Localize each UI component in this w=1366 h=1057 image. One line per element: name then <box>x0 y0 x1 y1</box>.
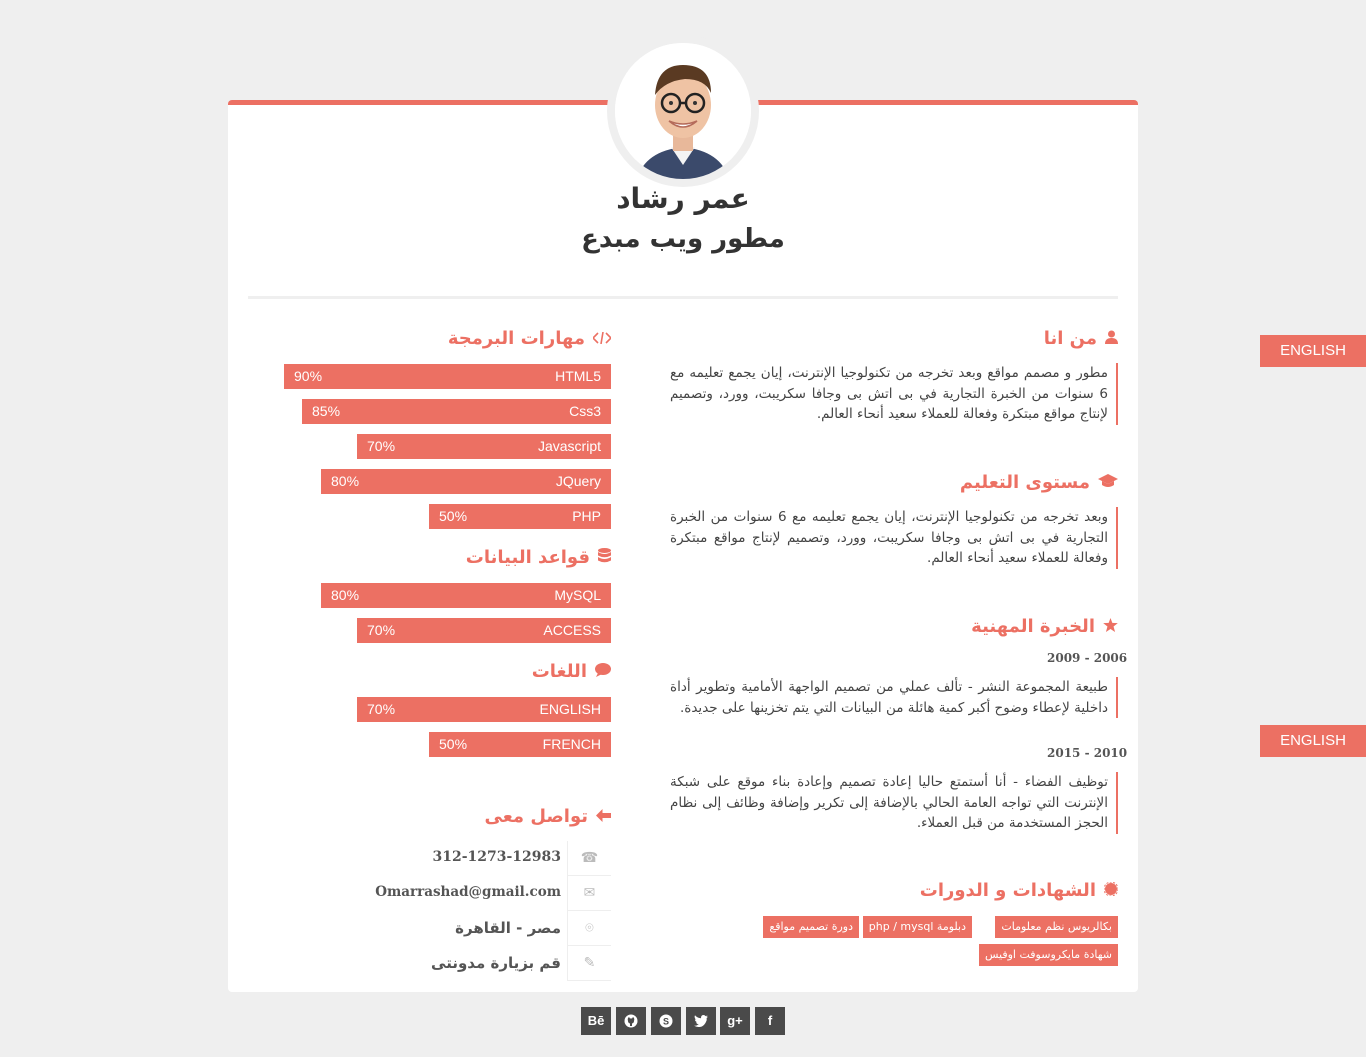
pencil-icon: ✎ <box>567 946 611 981</box>
language-switch-button[interactable]: ENGLISH <box>1260 335 1366 367</box>
skill-percent: 80% <box>331 587 360 603</box>
contact-title-text: تواصل معى <box>484 806 588 827</box>
contact-email[interactable]: Omarrashad@gmail.com <box>375 884 561 900</box>
arrow-left-icon <box>596 808 611 826</box>
skill-percent: 50% <box>439 736 468 752</box>
skill-label: Css3 <box>569 403 601 419</box>
contact-phone-row: 312-1273-12983 ☎ <box>380 841 611 876</box>
education-title-text: مستوى التعليم <box>959 472 1090 493</box>
certificate-tag: دبلومة php / mysql <box>862 916 972 938</box>
experience-text-2: توظيف الفضاء - أنا أستمتع حاليا إعادة تص… <box>670 772 1118 834</box>
skill-percent: 70% <box>367 438 396 454</box>
skill-label: Javascript <box>537 438 601 454</box>
skill-bar: Javascript 70% <box>357 434 611 459</box>
skill-bar: MySQL 80% <box>321 583 611 608</box>
avatar-frame <box>607 35 759 187</box>
certificate-icon <box>1103 881 1119 900</box>
languages-title-text: اللغات <box>531 661 587 682</box>
star-icon <box>1103 618 1118 636</box>
skill-label: ENGLISH <box>539 701 601 717</box>
twitter-icon[interactable] <box>686 1007 716 1035</box>
header-divider <box>248 296 1118 299</box>
contact-location: مصر - القاهرة <box>455 919 561 937</box>
contact-blog-link[interactable]: قم بزيارة مدونتى <box>431 954 561 972</box>
map-marker-icon: ⌾ <box>567 911 611 946</box>
certificates-title: الشهادات و الدورات <box>919 880 1119 901</box>
skype-icon[interactable]: S <box>651 1007 681 1035</box>
skill-bar: HTML5 90% <box>284 364 611 389</box>
skill-label: PHP <box>572 508 601 524</box>
svg-text:S: S <box>663 1017 669 1027</box>
graduation-cap-icon <box>1098 474 1118 492</box>
comment-icon <box>595 663 611 681</box>
skill-label: FRENCH <box>542 736 601 752</box>
programming-title: مهارات البرمجة <box>447 328 613 349</box>
skill-label: JQuery <box>555 473 601 489</box>
experience-date-1: 2009 - 2006 <box>1047 651 1128 665</box>
databases-title-text: قواعد البيانات <box>465 547 590 568</box>
database-icon <box>598 548 611 567</box>
certificate-tag: شهادة مايكروسوفت اوفيس <box>979 944 1118 966</box>
contact-title: تواصل معى <box>485 806 611 827</box>
skill-percent: 70% <box>367 622 396 638</box>
experience-text-1: طبيعة المجموعة النشر - تألف عملي من تصمي… <box>670 677 1118 718</box>
certificate-tag: دورة تصميم مواقع <box>763 916 859 938</box>
envelope-icon: ✉ <box>567 876 611 911</box>
facebook-icon[interactable]: f <box>755 1007 785 1035</box>
skill-percent: 90% <box>294 368 323 384</box>
education-title: مستوى التعليم <box>960 472 1118 493</box>
about-title-text: من انا <box>1043 328 1097 349</box>
skill-bar: PHP 50% <box>429 504 611 529</box>
about-title: من انا <box>1044 328 1118 349</box>
contact-blog-row[interactable]: قم بزيارة مدونتى ✎ <box>380 946 611 981</box>
skill-percent: 50% <box>439 508 468 524</box>
about-text: مطور و مصمم مواقع وبعد تخرجه من تكنولوجي… <box>670 363 1118 425</box>
github-icon[interactable] <box>616 1007 646 1035</box>
skill-percent: 70% <box>367 701 396 717</box>
experience-date-2: 2015 - 2010 <box>1047 746 1128 760</box>
skill-bar: ACCESS 70% <box>357 618 611 643</box>
skill-label: HTML5 <box>555 368 601 384</box>
skill-bar: JQuery 80% <box>321 469 611 494</box>
certificate-tag: بكالريوس نظم معلومات <box>995 916 1118 938</box>
user-icon <box>1105 330 1118 348</box>
profile-job-title: مطور ويب مبدع <box>581 224 785 254</box>
skill-bar: Css3 85% <box>302 399 611 424</box>
experience-title: الخبرة المهنية <box>971 616 1118 637</box>
certificates-title-text: الشهادات و الدورات <box>919 880 1096 901</box>
profile-name: عمر رشاد <box>616 182 750 215</box>
contact-phone: 312-1273-12983 <box>432 849 561 865</box>
languages-title: اللغات <box>532 661 611 682</box>
phone-icon: ☎ <box>567 841 611 876</box>
contact-location-row: مصر - القاهرة ⌾ <box>380 911 611 946</box>
programming-title-text: مهارات البرمجة <box>447 328 585 349</box>
experience-title-text: الخبرة المهنية <box>971 616 1095 637</box>
education-text: وبعد تخرجه من تكنولوجيا الإنترنت، إيان ي… <box>670 507 1118 569</box>
skill-bar: ENGLISH 70% <box>357 697 611 722</box>
avatar <box>615 43 751 179</box>
behance-icon[interactable]: Bē <box>581 1007 611 1035</box>
language-switch-button[interactable]: ENGLISH <box>1260 725 1366 757</box>
skill-percent: 85% <box>312 403 341 419</box>
skill-bar: FRENCH 50% <box>429 732 611 757</box>
contact-email-row: Omarrashad@gmail.com ✉ <box>375 876 611 911</box>
skill-label: ACCESS <box>543 622 601 638</box>
code-icon <box>591 330 613 348</box>
skill-percent: 80% <box>331 473 360 489</box>
google-plus-icon[interactable]: g+ <box>720 1007 750 1035</box>
databases-title: قواعد البيانات <box>466 547 611 568</box>
skill-label: MySQL <box>554 587 601 603</box>
